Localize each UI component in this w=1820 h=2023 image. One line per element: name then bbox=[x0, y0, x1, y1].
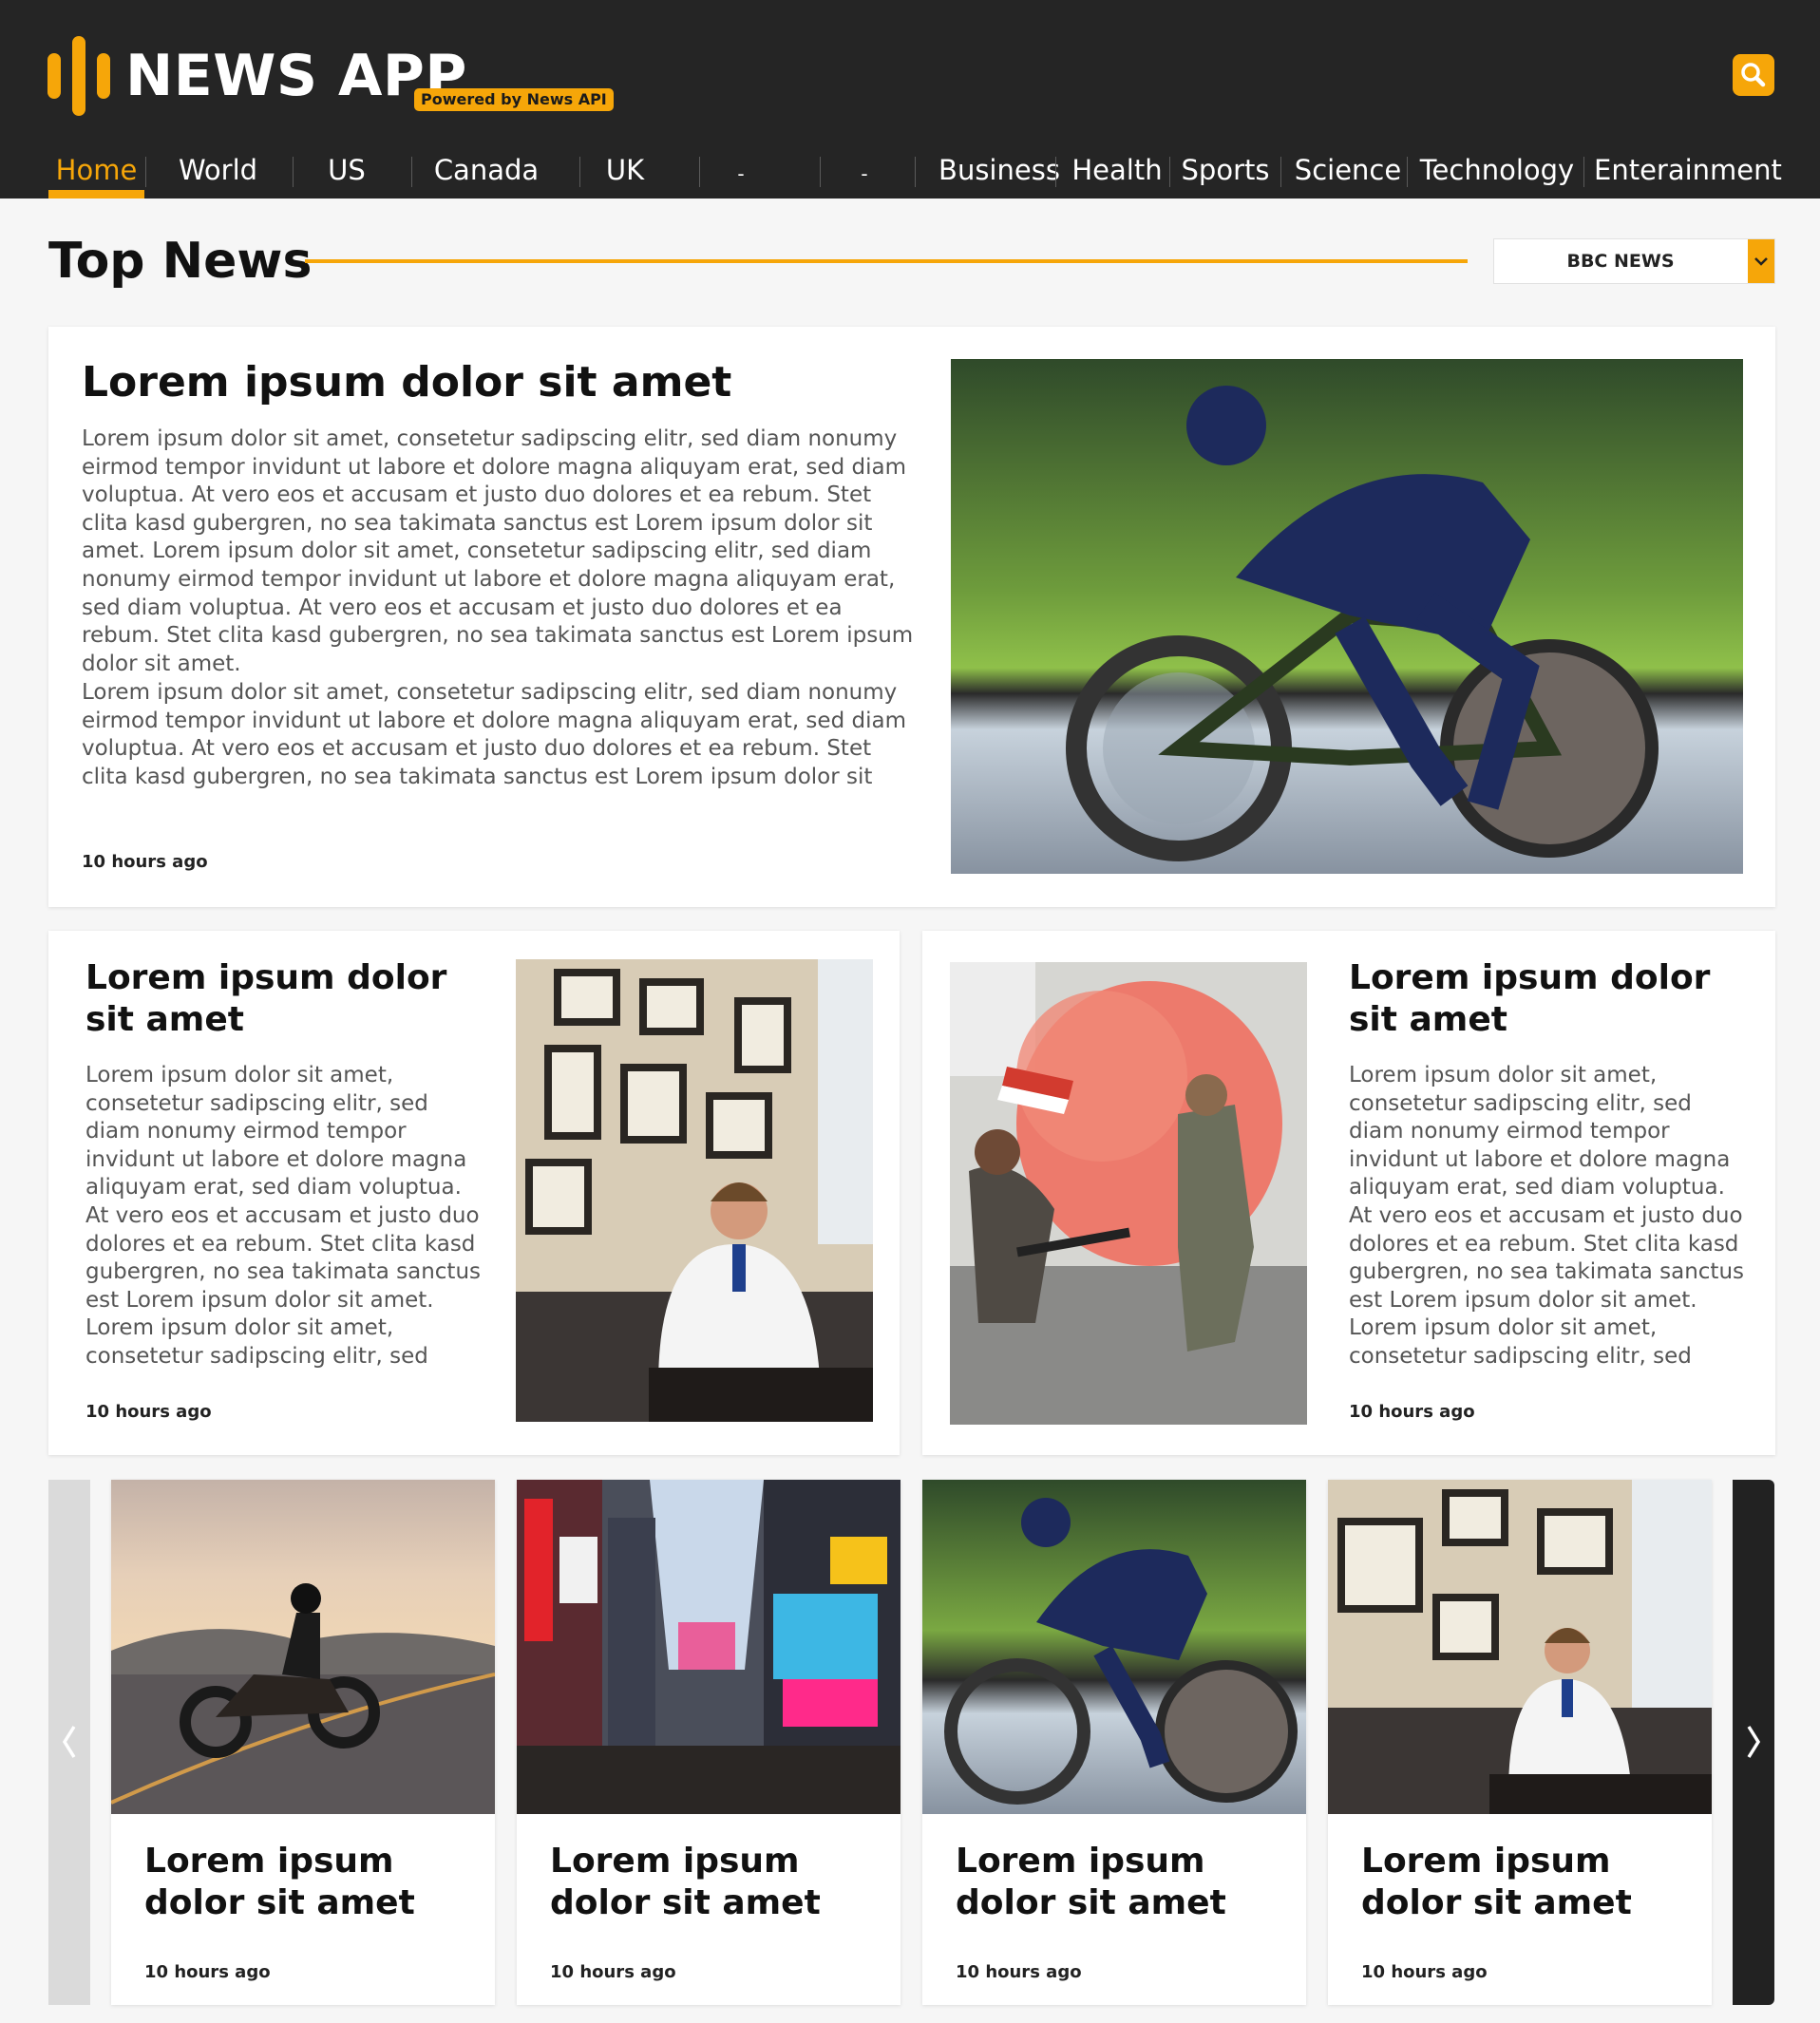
article-card[interactable]: Lorem ipsum dolor sit amet Lorem ipsum d… bbox=[922, 931, 1775, 1455]
chevron-down-icon bbox=[1748, 239, 1774, 283]
carousel-headline[interactable]: Lorem ipsum dolor sit amet bbox=[1361, 1841, 1684, 1924]
featured-paragraph-2: Lorem ipsum dolor sit amet, consetetur s… bbox=[82, 680, 906, 793]
article-timestamp: 10 hours ago bbox=[1349, 1402, 1475, 1422]
carousel-headline[interactable]: Lorem ipsum dolor sit amet bbox=[144, 1841, 467, 1924]
cyclist-image[interactable] bbox=[922, 1480, 1306, 1814]
motorcycle-image[interactable] bbox=[111, 1480, 495, 1814]
carousel-headline[interactable]: Lorem ipsum dolor sit amet bbox=[956, 1841, 1279, 1924]
featured-paragraph-1: Lorem ipsum dolor sit amet, consetetur s… bbox=[82, 426, 914, 676]
article-card[interactable]: Lorem ipsum dolor sit amet Lorem ipsum d… bbox=[48, 931, 900, 1455]
carousel-next-button[interactable] bbox=[1733, 1480, 1774, 2005]
powered-by-badge: Powered by News API bbox=[414, 88, 614, 111]
article-timestamp: 10 hours ago bbox=[85, 1402, 212, 1422]
featured-headline[interactable]: Lorem ipsum dolor sit amet bbox=[82, 355, 731, 410]
carousel-card[interactable]: Lorem ipsum dolor sit amet 10 hours ago bbox=[922, 1480, 1306, 2005]
nav-world[interactable]: World bbox=[168, 147, 268, 199]
nav-placeholder-2[interactable]: - bbox=[836, 147, 893, 199]
section-title: Top News bbox=[48, 233, 313, 290]
carousel-timestamp: 10 hours ago bbox=[1361, 1962, 1488, 1982]
nav-business[interactable]: Business bbox=[928, 147, 1071, 199]
carousel-card[interactable]: Lorem ipsum dolor sit amet 10 hours ago bbox=[517, 1480, 901, 2005]
carousel-timestamp: 10 hours ago bbox=[956, 1962, 1082, 1982]
nav-technology[interactable]: Technology bbox=[1419, 147, 1575, 199]
doctor-office-image[interactable] bbox=[1328, 1480, 1712, 1814]
nav-science[interactable]: Science bbox=[1291, 147, 1405, 199]
nav-health[interactable]: Health bbox=[1064, 147, 1170, 199]
reenactment-image[interactable] bbox=[950, 962, 1307, 1425]
cyclist-image[interactable] bbox=[951, 359, 1743, 874]
nav-sports[interactable]: Sports bbox=[1177, 147, 1274, 199]
section-divider bbox=[305, 259, 1468, 263]
nav-canada[interactable]: Canada bbox=[432, 147, 540, 199]
article-headline[interactable]: Lorem ipsum dolor sit amet bbox=[1349, 957, 1738, 1041]
nav-uk[interactable]: UK bbox=[592, 147, 658, 199]
logo-icon bbox=[47, 36, 110, 116]
main-nav: Home World US Canada UK - - Business Hea… bbox=[47, 147, 1782, 199]
carousel-timestamp: 10 hours ago bbox=[550, 1962, 676, 1982]
app-header: NEWS APP Powered by News API Home World … bbox=[0, 0, 1820, 199]
chevron-right-icon bbox=[1747, 1726, 1761, 1758]
carousel-card[interactable]: Lorem ipsum dolor sit amet 10 hours ago bbox=[1328, 1480, 1712, 2005]
article-text: Lorem ipsum dolor sit amet, consetetur s… bbox=[85, 1063, 481, 1369]
featured-article[interactable]: Lorem ipsum dolor sit amet Lorem ipsum d… bbox=[48, 327, 1775, 907]
search-icon bbox=[1741, 63, 1766, 87]
news-source-value: BBC NEWS bbox=[1566, 251, 1675, 272]
featured-timestamp: 10 hours ago bbox=[82, 852, 208, 872]
news-source-select[interactable]: BBC NEWS bbox=[1493, 238, 1775, 284]
search-button[interactable] bbox=[1733, 54, 1774, 96]
times-square-image[interactable] bbox=[517, 1480, 901, 1814]
nav-us[interactable]: US bbox=[304, 147, 389, 199]
article-headline[interactable]: Lorem ipsum dolor sit amet bbox=[85, 957, 465, 1041]
nav-placeholder-1[interactable]: - bbox=[712, 147, 769, 199]
article-text: Lorem ipsum dolor sit amet, consetetur s… bbox=[1349, 1063, 1744, 1369]
carousel-prev-button[interactable] bbox=[48, 1480, 90, 2005]
carousel-timestamp: 10 hours ago bbox=[144, 1962, 271, 1982]
doctor-office-image[interactable] bbox=[516, 959, 873, 1422]
nav-home[interactable]: Home bbox=[48, 147, 144, 199]
carousel-card[interactable]: Lorem ipsum dolor sit amet 10 hours ago bbox=[111, 1480, 495, 2005]
nav-entertainment[interactable]: Enterainment bbox=[1594, 147, 1782, 199]
chevron-left-icon bbox=[62, 1726, 76, 1758]
carousel-headline[interactable]: Lorem ipsum dolor sit amet bbox=[550, 1841, 873, 1924]
